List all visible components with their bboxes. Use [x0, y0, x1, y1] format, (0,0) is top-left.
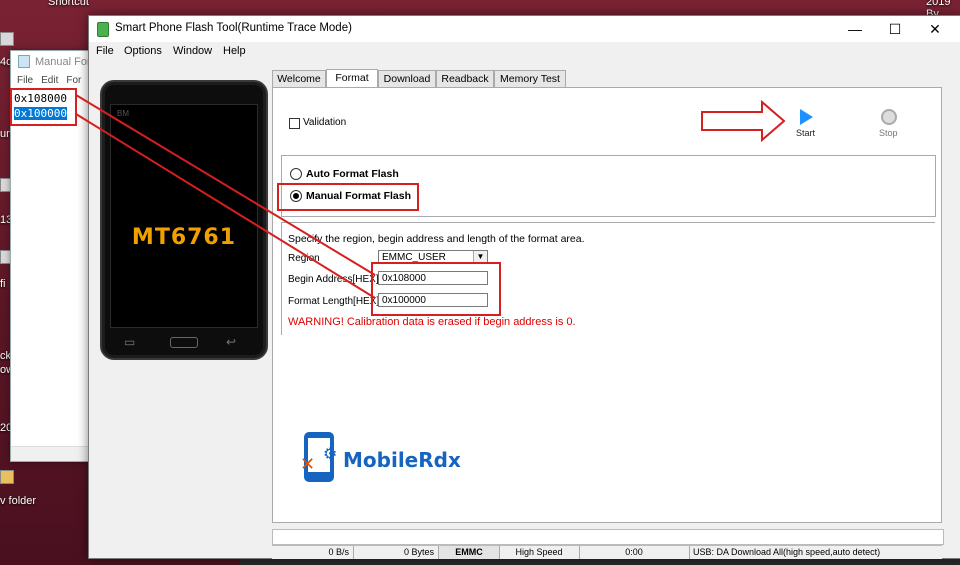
menu-options[interactable]: Options	[124, 45, 162, 57]
tab-memory-test[interactable]: Memory Test	[494, 70, 566, 87]
progress-bar	[272, 529, 944, 545]
desktop-edge-label: fi	[0, 278, 6, 290]
specify-instructions: Specify the region, begin address and le…	[288, 233, 585, 245]
format-length-input[interactable]: 0x100000	[378, 293, 488, 307]
start-button-label[interactable]: Start	[796, 128, 815, 138]
gear-icon: ⚙	[323, 446, 338, 463]
menu-key-icon: ▭	[124, 335, 136, 349]
tab-download[interactable]: Download	[378, 70, 436, 87]
desktop-shortcut-label: Shortcut	[48, 0, 89, 8]
stop-icon[interactable]	[881, 109, 897, 125]
minimize-button[interactable]: —	[835, 16, 875, 42]
auto-format-radio[interactable]	[290, 168, 302, 180]
status-storage-type: EMMC	[439, 546, 500, 559]
status-bar: 0 B/s 0 Bytes EMMC High Speed 0:00 USB: …	[272, 545, 942, 559]
tab-readback[interactable]: Readback	[436, 70, 494, 87]
begin-address-input[interactable]: 0x108000	[378, 271, 488, 285]
flash-tool-app-icon	[97, 22, 109, 37]
calibration-warning: WARNING! Calibration data is erased if b…	[288, 316, 576, 328]
menu-window[interactable]: Window	[173, 45, 212, 57]
notepad-window[interactable]: Manual For File Edit For 0x108000 0x100000	[10, 50, 92, 462]
format-length-label: Format Length[HEX]:	[288, 296, 382, 307]
menu-file[interactable]: File	[96, 45, 114, 57]
desktop-folder-label[interactable]: v folder	[0, 495, 36, 507]
validation-checkbox[interactable]	[289, 118, 300, 129]
status-elapsed-time: 0:00	[579, 546, 690, 559]
start-icon[interactable]	[800, 109, 813, 125]
status-speed: 0 B/s	[272, 546, 354, 559]
menu-bar: File Options Window Help	[89, 42, 960, 62]
notepad-menu-edit[interactable]: Edit	[41, 75, 58, 86]
format-type-group: Auto Format Flash Manual Format Flash	[281, 155, 936, 217]
wrench-icon: ✕	[300, 454, 316, 474]
manual-format-label[interactable]: Manual Format Flash	[306, 190, 411, 202]
notepad-menu: File Edit For	[11, 73, 91, 89]
status-connection: USB: DA Download All(high speed,auto det…	[693, 547, 881, 557]
status-usb-speed: High Speed	[499, 546, 580, 559]
phone-brand: BM	[117, 109, 129, 118]
home-key-icon	[170, 337, 198, 348]
format-panel: Validation Start Stop Auto Format Flash …	[272, 87, 942, 523]
region-value: EMMC_USER	[382, 252, 446, 263]
notepad-app-icon	[18, 55, 30, 68]
region-label: Region	[288, 253, 320, 264]
back-key-icon: ↩	[226, 335, 237, 349]
menu-help[interactable]: Help	[223, 45, 246, 57]
maximize-button[interactable]: ☐	[875, 16, 915, 42]
tab-format[interactable]: Format	[326, 69, 378, 87]
close-button[interactable]: ✕	[915, 16, 955, 42]
tab-welcome[interactable]: Welcome	[272, 70, 326, 87]
window-title: Smart Phone Flash Tool(Runtime Trace Mod…	[115, 22, 352, 34]
chevron-down-icon[interactable]: ▼	[473, 251, 487, 263]
chipset-label: MT6761	[131, 225, 237, 250]
phone-screen: BM MT6761	[110, 104, 258, 328]
begin-address-label: Begin Address[HEX]:	[288, 274, 382, 285]
desktop-file-icon[interactable]	[0, 32, 14, 46]
auto-format-label[interactable]: Auto Format Flash	[306, 168, 399, 180]
flash-tool-window[interactable]: Smart Phone Flash Tool(Runtime Trace Mod…	[88, 15, 960, 559]
mobilerdx-logo-text: MobileRdx	[343, 448, 461, 472]
title-bar[interactable]: Smart Phone Flash Tool(Runtime Trace Mod…	[89, 16, 960, 42]
status-bytes: 0 Bytes	[354, 546, 439, 559]
notepad-line-1[interactable]: 0x108000	[14, 92, 67, 105]
notepad-menu-file[interactable]: File	[17, 75, 33, 86]
format-area-group: Specify the region, begin address and le…	[281, 222, 935, 335]
region-select[interactable]: EMMC_USER ▼	[378, 250, 488, 264]
notepad-horizontal-scrollbar[interactable]	[11, 446, 91, 461]
folder-icon[interactable]	[0, 470, 14, 484]
stop-button-label[interactable]: Stop	[879, 128, 898, 138]
validation-label: Validation	[303, 117, 347, 128]
notepad-line-2-selected[interactable]: 0x100000	[14, 107, 67, 120]
phone-illustration: BM MT6761 ▭ ↩	[100, 80, 268, 360]
manual-format-radio[interactable]	[290, 190, 302, 202]
notepad-menu-format[interactable]: For	[66, 75, 81, 86]
